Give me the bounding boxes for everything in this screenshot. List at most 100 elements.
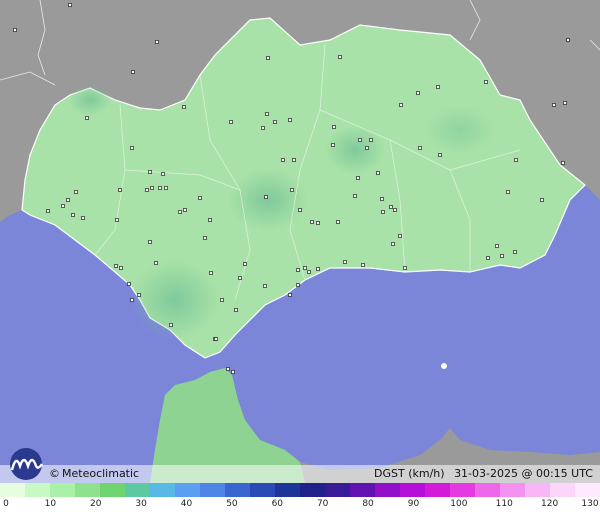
colorbar-segment [125,483,150,497]
station-marker [209,271,213,275]
station-marker [376,171,380,175]
station-marker [566,38,570,42]
copyright-symbol: © [49,467,60,480]
station-marker [369,138,373,142]
station-marker [131,70,135,74]
station-marker [145,188,149,192]
station-marker [358,138,362,142]
legend-tick-label: 80 [362,499,374,509]
station-marker [418,146,422,150]
legend-colorbar [0,483,600,497]
station-marker [229,120,233,124]
station-marker [391,242,395,246]
station-marker [265,112,269,116]
station-marker [61,204,65,208]
colorbar-segment [100,483,125,497]
station-marker [183,208,187,212]
station-marker [203,236,207,240]
station-marker [150,186,154,190]
timestamp-label: 31-03-2025 @ 00:15 UTC [454,467,593,480]
station-marker [563,101,567,105]
colorbar-segment [225,483,250,497]
gust-blotch [325,125,385,175]
legend-tick-label: 30 [135,499,147,509]
station-marker [158,186,162,190]
station-marker [332,125,336,129]
colorbar-segment [275,483,300,497]
station-marker [381,210,385,214]
credit-label: © Meteoclimatic [49,467,139,480]
station-marker [238,276,242,280]
legend-tick-label: 110 [495,499,513,509]
legend-tick-label: 130 [581,499,599,509]
station-marker [296,283,300,287]
colorbar-segment [450,483,475,497]
legend-tick-label: 40 [180,499,193,509]
station-marker [231,370,235,374]
colorbar-segment [75,483,100,497]
meteoclimatic-logo [10,448,43,480]
station-marker [438,153,442,157]
legend-tick-label: 100 [450,499,468,509]
station-marker [119,266,123,270]
station-marker [263,284,267,288]
station-marker [46,209,50,213]
station-marker [506,190,510,194]
station-marker [208,218,212,222]
colorbar-segment [400,483,425,497]
colorbar-segment [300,483,325,497]
station-marker [484,80,488,84]
station-marker [495,244,499,248]
station-marker [486,256,490,260]
station-marker [353,194,357,198]
station-marker [561,161,565,165]
legend-tick-label: 60 [271,499,284,509]
credit-text: Meteoclimatic [62,467,140,480]
legend-tick-label: 10 [44,499,57,509]
legend-tick-label: 50 [226,499,238,509]
colorbar-segment [475,483,500,497]
variable-label: DGST (km/h) [374,467,445,480]
colorbar-segment [150,483,175,497]
station-marker [416,91,420,95]
colorbar-segment [550,483,575,497]
station-marker [182,105,186,109]
station-marker [198,196,202,200]
colorbar-segment [0,483,25,497]
station-marker [316,221,320,225]
station-marker [114,264,118,268]
map-info: DGST (km/h) 31-03-2025 @ 00:15 UTC [368,467,593,480]
station-marker [127,282,131,286]
station-marker [178,210,182,214]
station-marker [398,234,402,238]
station-marker [71,213,75,217]
station-marker [500,254,504,258]
gust-blotch [68,84,112,116]
wind-gust-map [0,0,600,483]
station-marker [164,186,168,190]
legend-tick-label: 90 [407,499,420,509]
station-marker [81,216,85,220]
station-marker [169,323,173,327]
colorbar-segment [350,483,375,497]
station-marker [296,268,300,272]
station-marker [85,116,89,120]
station-marker [13,28,17,32]
station-marker [261,126,265,130]
colorbar-segment [525,483,550,497]
station-marker [234,308,238,312]
station-marker [338,55,342,59]
colorbar-segment [500,483,525,497]
legend-tick-label: 70 [316,499,329,509]
colorbar-segment [375,483,400,497]
station-marker [68,3,72,7]
station-marker [155,40,159,44]
station-marker [343,260,347,264]
colorbar-segment [250,483,275,497]
legend-tick-label: 0 [3,499,9,509]
colorbar-segment [575,483,600,497]
island-marker [441,363,447,369]
station-marker [226,367,230,371]
gust-blotch [130,260,220,340]
colorbar-segment [200,483,225,497]
